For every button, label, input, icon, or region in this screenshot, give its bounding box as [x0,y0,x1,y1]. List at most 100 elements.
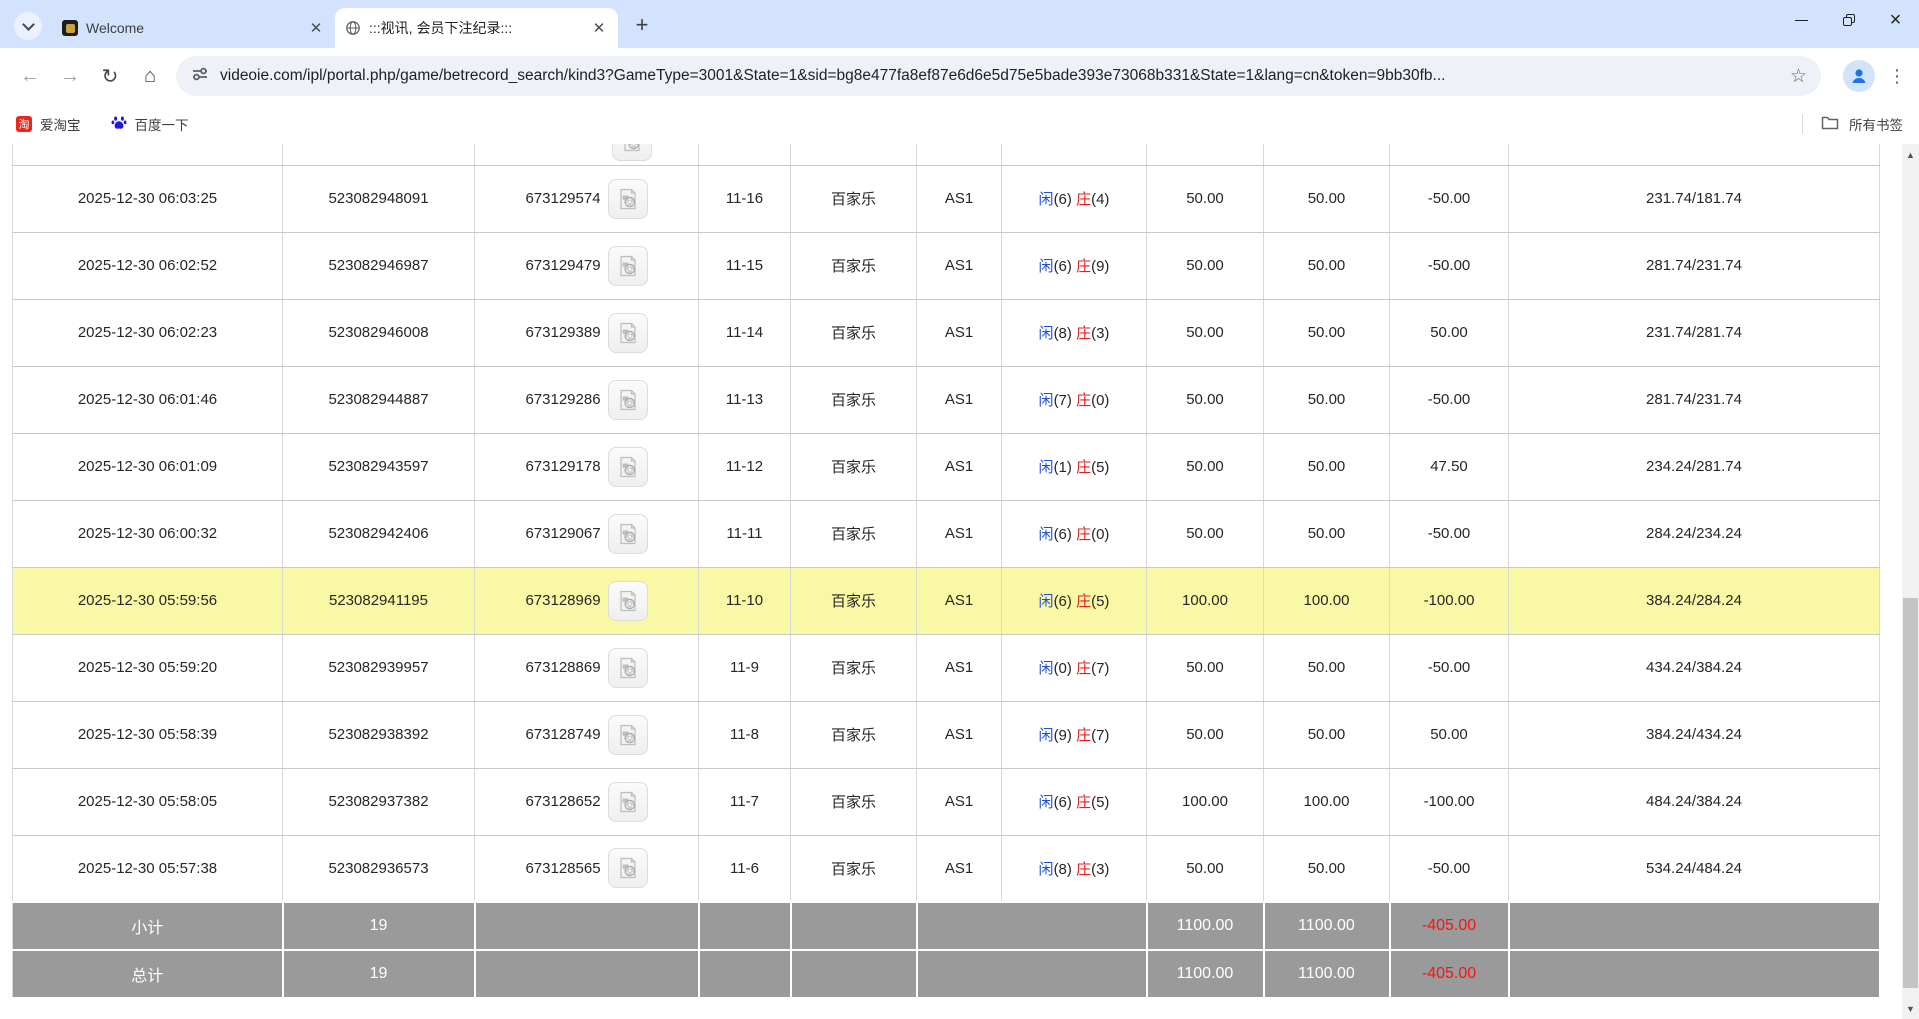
video-replay-button[interactable] [608,313,648,353]
forward-button[interactable]: → [50,56,90,96]
scrollbar[interactable]: ▲ ▼ [1902,144,1919,1019]
cell-win-loss: 50.00 [1390,701,1509,768]
banker-result: 庄 [1076,325,1091,342]
cell-bet-amount[interactable]: 50.00 [1147,433,1264,500]
cell-bet-amount[interactable]: 50.00 [1147,165,1264,232]
cell-win-loss: -50.00 [1390,500,1509,567]
bookmark-baidu[interactable]: 百度一下 [111,114,189,134]
all-bookmarks[interactable]: 所有书签 [1802,114,1903,134]
restore-icon [1843,14,1855,26]
player-result: 闲 [1039,526,1054,543]
cell-bet-amount[interactable]: 50.00 [1147,299,1264,366]
player-result: 闲 [1039,794,1054,811]
scroll-up-arrow[interactable]: ▲ [1902,146,1919,163]
new-tab-button[interactable]: + [628,12,656,38]
cell-bet-amount[interactable]: 50.00 [1147,701,1264,768]
partial-table-row [13,144,1880,165]
bookmark-aitaobao[interactable]: 淘 爱淘宝 [16,114,81,134]
cell-valid-bet: 100.00 [1264,768,1390,835]
cell-bet-amount[interactable]: 100.00 [1147,768,1264,835]
tab-close-icon[interactable]: ✕ [307,19,325,37]
cell-bet-id: 523082936573 [283,835,475,902]
cell-bet-id: 523082943597 [283,433,475,500]
tab-welcome[interactable]: Welcome ✕ [52,8,335,48]
browser-tab-bar: Welcome ✕ :::视讯, 会员下注纪录::: ✕ + × [0,0,1919,48]
video-replay-button[interactable] [608,782,648,822]
cell-valid-bet: 50.00 [1264,299,1390,366]
round-number: 673129286 [525,391,600,408]
all-bookmarks-label: 所有书签 [1849,114,1903,134]
cell-valid-bet: 50.00 [1264,500,1390,567]
back-button[interactable]: ← [10,56,50,96]
bookmark-star-icon[interactable]: ☆ [1790,65,1807,88]
banker-result: 庄 [1076,727,1091,744]
video-replay-button[interactable] [608,581,648,621]
cell-game-result: 闲(6) 庄(5) [1002,768,1147,835]
tab-search-button[interactable] [14,12,42,40]
tab-title: :::视讯, 会员下注纪录::: [369,18,582,38]
bet-table-row: 2025-12-30 06:03:25 523082948091 6731295… [13,165,1880,232]
browser-toolbar: ← → ↻ ⌂ videoie.com/ipl/portal.php/game/… [0,48,1919,104]
cell-round: 673128749 [475,701,699,768]
minimize-button[interactable] [1778,0,1825,40]
cell-bet-time: 2025-12-30 06:02:52 [13,232,283,299]
tab-bet-records[interactable]: :::视讯, 会员下注纪录::: ✕ [335,8,618,48]
bet-table-row: 2025-12-30 05:57:38 523082936573 6731285… [13,835,1880,902]
tab-close-icon[interactable]: ✕ [590,19,608,37]
round-number: 673128565 [525,860,600,877]
cell-balance: 384.24/434.24 [1509,701,1880,768]
cell-game-type: 百家乐 [791,433,917,500]
bookmarks-bar: 淘 爱淘宝 百度一下 所有书签 [0,104,1919,144]
close-button[interactable]: × [1872,0,1919,40]
url-text[interactable]: videoie.com/ipl/portal.php/game/betrecor… [220,67,1780,85]
video-replay-button[interactable] [608,447,648,487]
cell-round: 673129574 [475,165,699,232]
cell-account: AS1 [917,567,1002,634]
cell-bet-amount[interactable]: 50.00 [1147,835,1264,902]
address-bar[interactable]: videoie.com/ipl/portal.php/game/betrecor… [176,56,1821,96]
cell-bet-id: 523082946987 [283,232,475,299]
cell-bet-id: 523082939957 [283,634,475,701]
cell-game-result: 闲(8) 庄(3) [1002,299,1147,366]
divider [1802,114,1803,134]
round-number: 673129479 [525,257,600,274]
cell-bet-amount[interactable]: 50.00 [1147,500,1264,567]
cell-account: AS1 [917,701,1002,768]
round-number: 673128869 [525,659,600,676]
cell-bet-time: 2025-12-30 06:01:09 [13,433,283,500]
site-info-icon[interactable] [190,64,210,89]
browser-menu-icon[interactable]: ⋮ [1885,66,1909,87]
cell-win-loss: -50.00 [1390,835,1509,902]
cell-win-loss: -50.00 [1390,232,1509,299]
cell-bet-amount[interactable]: 50.00 [1147,232,1264,299]
restore-button[interactable] [1825,0,1872,40]
scroll-down-arrow[interactable]: ▼ [1902,1000,1919,1017]
reload-button[interactable]: ↻ [90,56,130,96]
cell-bet-id: 523082937382 [283,768,475,835]
banker-result: 庄 [1076,258,1091,275]
cell-bet-time: 2025-12-30 06:01:46 [13,366,283,433]
cell-game-type: 百家乐 [791,701,917,768]
video-replay-button[interactable] [608,715,648,755]
cell-bet-time: 2025-12-30 05:58:05 [13,768,283,835]
video-replay-button[interactable] [608,848,648,888]
cell-game-result: 闲(6) 庄(5) [1002,567,1147,634]
cell-bet-amount[interactable]: 100.00 [1147,567,1264,634]
video-replay-button[interactable] [608,246,648,286]
cell-valid-bet: 50.00 [1264,701,1390,768]
cell-win-loss: 50.00 [1390,299,1509,366]
video-replay-button[interactable] [608,648,648,688]
video-replay-button[interactable] [608,380,648,420]
cell-table-number: 11-6 [699,835,791,902]
profile-avatar[interactable] [1843,60,1875,92]
scrollbar-thumb[interactable] [1903,598,1918,988]
video-replay-button[interactable] [608,179,648,219]
cell-bet-time: 2025-12-30 06:03:25 [13,165,283,232]
home-button[interactable]: ⌂ [130,56,170,96]
cell-bet-amount[interactable]: 50.00 [1147,366,1264,433]
video-replay-button[interactable] [608,514,648,554]
cell-bet-amount[interactable]: 50.00 [1147,634,1264,701]
video-replay-button[interactable] [612,144,652,161]
cell-balance: 484.24/384.24 [1509,768,1880,835]
bet-table-row: 2025-12-30 05:59:56 523082941195 6731289… [13,567,1880,634]
